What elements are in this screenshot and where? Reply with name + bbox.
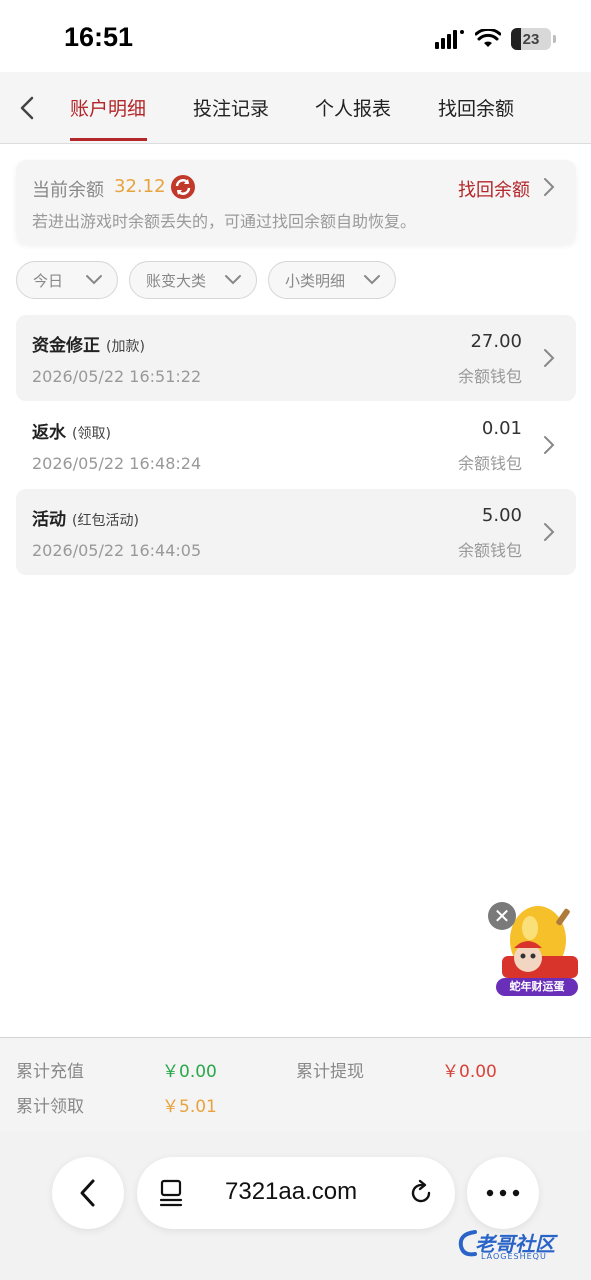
chevron-right-icon[interactable] [542, 176, 556, 198]
address-bar[interactable]: 7321aa.com [137, 1157, 455, 1229]
tab-bar: 账户明细 投注记录 个人报表 找回余额 [0, 72, 591, 144]
record-wallet: 余额钱包 [457, 367, 522, 386]
balance-card: 当前余额 32.12 找回余额 若进出游戏时余额丢失的，可通过找回余额自助恢复。 [16, 160, 576, 244]
record-time: 2026/05/22 16:51:22 [32, 367, 202, 386]
watermark: 老哥社区 LAOGESHEQU [455, 1226, 580, 1264]
promo-label: 蛇年财运蛋 [496, 978, 578, 996]
total-withdraw-value: ￥0.00 [442, 1062, 497, 1082]
promo-widget[interactable]: ✕ 蛇年财运蛋 [488, 902, 586, 998]
filter-main-category[interactable]: 账变大类 [129, 261, 257, 299]
total-claim-label: 累计领取 [16, 1097, 84, 1117]
total-recharge-label: 累计充值 [16, 1062, 84, 1082]
filter-date-label: 今日 [33, 271, 64, 290]
url-text: 7321aa.com [225, 1178, 358, 1205]
tab-personal-report[interactable]: 个人报表 [315, 94, 391, 144]
back-arrow-icon[interactable] [14, 92, 42, 124]
total-recharge-value: ￥0.00 [162, 1062, 217, 1082]
active-tab-indicator [70, 138, 147, 141]
tab-bet-records[interactable]: 投注记录 [193, 94, 269, 144]
more-icon [486, 1189, 520, 1197]
refresh-icon[interactable] [170, 174, 196, 200]
record-time: 2026/05/22 16:44:05 [32, 541, 202, 560]
record-amount: 0.01 [481, 418, 522, 439]
chevron-right-icon [544, 436, 555, 454]
browser-toolbar: 7321aa.com 老哥社区 LAOGESHEQU [0, 1131, 591, 1280]
status-icons: 23 [435, 26, 556, 52]
back-arrow-icon [80, 1179, 95, 1207]
filter-sub-category[interactable]: 小类明细 [268, 261, 396, 299]
browser-back-button[interactable] [52, 1157, 124, 1229]
more-options-button[interactable] [467, 1157, 539, 1229]
battery-level: 23 [522, 30, 540, 48]
chevron-right-icon [544, 523, 555, 541]
watermark-subtext: LAOGESHEQU [481, 1252, 547, 1261]
record-title: 资金修正 [32, 336, 100, 356]
battery-icon: 23 [511, 28, 556, 50]
record-subtype: (领取) [72, 426, 111, 442]
record-subtype: (红包活动) [72, 513, 139, 529]
record-title: 活动 [32, 510, 66, 530]
filter-main-category-label: 账变大类 [146, 271, 207, 290]
wifi-icon [475, 29, 501, 47]
total-withdraw-label: 累计提现 [296, 1062, 364, 1082]
list-item[interactable]: 活动 (红包活动) 2026/05/22 16:44:05 5.00 余额钱包 [16, 489, 576, 575]
chevron-down-icon [225, 275, 241, 285]
record-wallet: 余额钱包 [457, 541, 522, 560]
tabs-icon[interactable] [159, 1179, 185, 1207]
reload-icon[interactable] [407, 1179, 435, 1207]
tab-recover-balance[interactable]: 找回余额 [438, 94, 514, 144]
chevron-right-icon [544, 349, 555, 367]
balance-label: 当前余额 [32, 180, 104, 201]
record-subtype: (加款) [106, 339, 145, 355]
totals-panel: 累计充值 ￥0.00 累计提现 ￥0.00 累计领取 ￥5.01 [0, 1037, 591, 1131]
record-title: 返水 [32, 423, 66, 443]
status-bar: 16:51 23 [0, 0, 591, 72]
list-item[interactable]: 返水 (领取) 2026/05/22 16:48:24 0.01 余额钱包 [16, 402, 576, 488]
chevron-down-icon [86, 275, 102, 285]
balance-value: 32.12 [114, 176, 166, 197]
promo-close-button[interactable]: ✕ [488, 902, 516, 930]
chevron-down-icon [364, 275, 380, 285]
filter-date[interactable]: 今日 [16, 261, 118, 299]
list-item[interactable]: 资金修正 (加款) 2026/05/22 16:51:22 27.00 余额钱包 [16, 315, 576, 401]
total-claim-value: ￥5.01 [162, 1097, 217, 1117]
record-time: 2026/05/22 16:48:24 [32, 454, 202, 473]
record-wallet: 余额钱包 [457, 454, 522, 473]
balance-hint: 若进出游戏时余额丢失的，可通过找回余额自助恢复。 [32, 212, 417, 231]
tab-account-details[interactable]: 账户明细 [70, 94, 146, 144]
recover-balance-link[interactable]: 找回余额 [458, 176, 530, 202]
record-amount: 27.00 [470, 331, 522, 352]
record-amount: 5.00 [481, 505, 522, 526]
cellular-signal-icon [435, 30, 464, 49]
status-time: 16:51 [64, 22, 134, 52]
filter-sub-category-label: 小类明细 [285, 271, 346, 290]
